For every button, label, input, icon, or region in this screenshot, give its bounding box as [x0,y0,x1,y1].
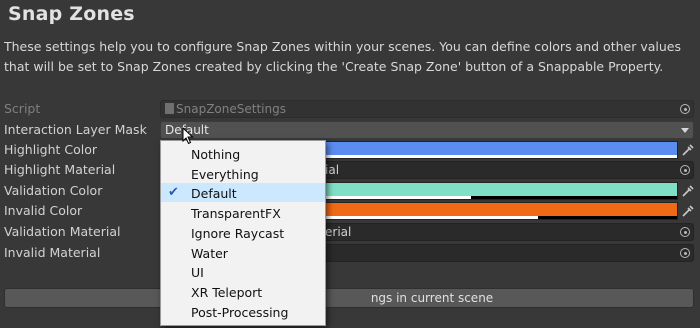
layer-option-label: Ignore Raycast [191,225,285,241]
highlight-color-row: Highlight Color [0,140,700,160]
highlight-material-value: ial [325,163,340,177]
layer-option-label: Post-Processing [191,304,289,320]
layer-option-transparentfx[interactable]: TransparentFX [161,203,325,222]
object-picker-icon[interactable] [680,165,690,175]
interaction-layer-mask-label: Interaction Layer Mask [4,122,147,137]
layer-option-label: Water [191,245,228,261]
layer-option-label: UI [191,265,204,281]
eyedropper-icon[interactable] [681,143,695,157]
layer-option-label: TransparentFX [191,206,281,222]
object-picker-icon [680,104,690,114]
script-label: Script [4,101,41,116]
invalid-color-label: Invalid Color [4,203,83,218]
page-title: Snap Zones [8,3,135,25]
layer-mask-dropdown-menu: Nothing Everything ✔ Default TransparentFX Ig… [160,140,326,326]
validation-color-row: Validation Color [0,181,700,201]
script-field: SnapZoneSettings [160,100,694,118]
script-row: Script SnapZoneSettings [0,99,700,119]
chevron-down-icon [681,128,689,133]
eyedropper-icon[interactable] [681,184,695,198]
layer-option-ignore-raycast[interactable]: Ignore Raycast [161,223,325,242]
layer-option-default[interactable]: ✔ Default [161,183,325,203]
mouse-cursor-icon [182,127,194,145]
settings-description: These settings help you to configure Sna… [4,39,681,74]
layer-option-label: XR Teleport [191,284,263,300]
layer-option-label: Default [191,186,237,202]
layer-option-nothing[interactable]: Nothing [161,144,325,163]
invalid-color-row: Invalid Color [0,201,700,221]
layer-option-label: Everything [191,166,259,182]
layer-option-ui[interactable]: UI [161,262,325,281]
script-value: SnapZoneSettings [176,102,286,116]
validation-material-value: erial [325,225,352,239]
layer-option-xr-teleport[interactable]: XR Teleport [161,282,325,301]
script-file-icon [165,103,174,114]
eyedropper-icon[interactable] [681,204,695,218]
invalid-material-label: Invalid Material [4,245,101,260]
validation-material-label: Validation Material [4,224,121,239]
highlight-material-row: Highlight Material ial [0,160,700,180]
interaction-layer-mask-dropdown[interactable]: Default [160,121,694,139]
validation-color-label: Validation Color [4,183,103,198]
object-picker-icon[interactable] [680,248,690,258]
checkmark-icon: ✔ [168,185,179,201]
invalid-material-row: Invalid Material [0,243,700,263]
layer-option-post-processing[interactable]: Post-Processing [161,302,325,321]
object-picker-icon[interactable] [680,227,690,237]
apply-settings-button[interactable]: ngs in current scene [4,288,694,308]
layer-option-everything[interactable]: Everything [161,164,325,183]
highlight-color-label: Highlight Color [4,142,98,157]
layer-option-label: Nothing [191,147,241,162]
layer-option-water[interactable]: Water [161,243,325,262]
highlight-material-label: Highlight Material [4,162,116,177]
validation-material-row: Validation Material erial [0,222,700,242]
interaction-layer-mask-row: Interaction Layer Mask Default [0,120,700,140]
